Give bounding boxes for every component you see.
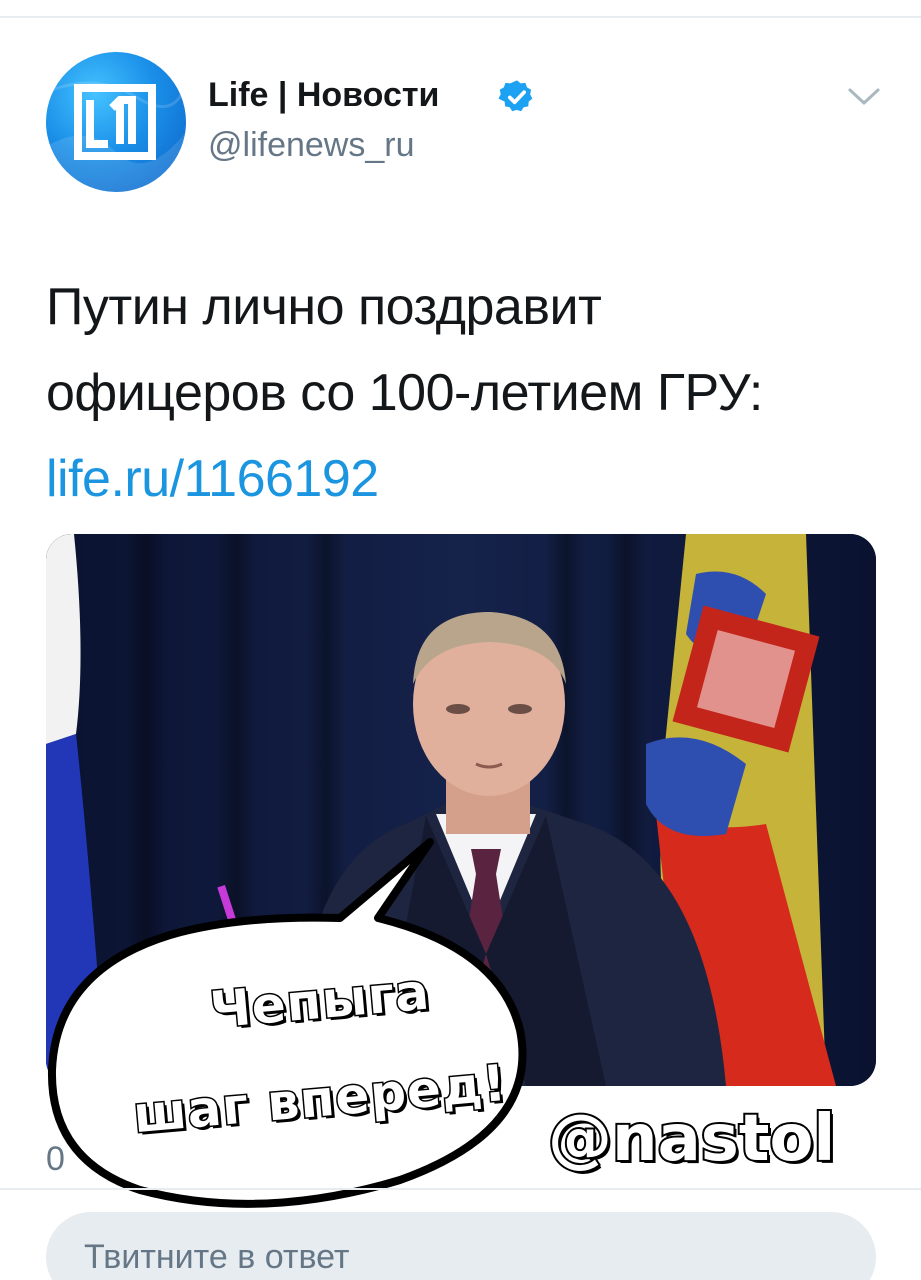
tweet-link[interactable]: life.ru/1166192 [46,436,876,522]
speech-bubble: Чепыга шаг вперед! [40,770,600,1240]
author-avatar[interactable] [46,52,186,192]
author-display-name[interactable]: Life | Новости [208,76,439,115]
top-divider [0,16,921,18]
tweet-text-line-2: офицеров со 100-летием ГРУ: [46,364,763,422]
truncated-tweet-text: 0 [46,1140,65,1178]
life-logo-icon [46,81,186,192]
tweet-text-line-1: Путин лично поздравит [46,278,602,336]
tweet-text: Путин лично поздравит офицеров со 100-ле… [46,264,876,522]
reply-placeholder: Твитните в ответ [84,1238,350,1276]
verified-badge-icon [498,80,533,112]
watermark-text: @nastol [546,1100,837,1178]
chevron-down-icon[interactable] [846,84,882,108]
tweet-detail-page: Life | Новости @lifenews_ru Путин лично … [0,0,921,1280]
bottom-divider [0,1188,921,1190]
author-handle[interactable]: @lifenews_ru [208,126,415,165]
